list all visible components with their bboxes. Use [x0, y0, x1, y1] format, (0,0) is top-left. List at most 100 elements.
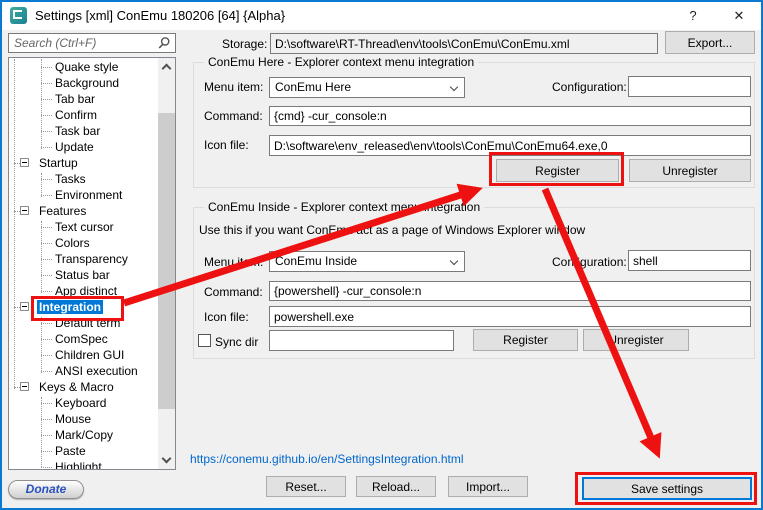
tree-item-label: Background	[53, 76, 121, 90]
tree-item-label: Transparency	[53, 252, 130, 266]
tree-item-quake-style[interactable]: Quake style	[9, 59, 158, 75]
tree-item-mark-copy[interactable]: Mark/Copy	[9, 427, 158, 443]
chevron-down-icon	[450, 257, 458, 265]
settings-tree-panel: Quake style Background Tab bar Confirm Task …	[8, 57, 176, 470]
register-inside-button[interactable]: Register	[473, 329, 578, 351]
donate-button[interactable]: Donate	[8, 480, 84, 499]
menu-item-inside-combobox[interactable]: ConEmu Inside	[269, 251, 465, 272]
tree-item-update[interactable]: Update	[9, 139, 158, 155]
tree-item-label: Status bar	[53, 268, 112, 282]
window-title: Settings [xml] ConEmu 180206 [64] {Alpha…	[35, 8, 285, 23]
title-bar: Settings [xml] ConEmu 180206 [64] {Alpha…	[2, 2, 761, 30]
command-label: Command:	[204, 109, 263, 123]
command-label: Command:	[204, 285, 263, 299]
register-here-button[interactable]: Register	[496, 159, 619, 182]
tree-item-status-bar[interactable]: Status bar	[9, 267, 158, 283]
tree-item-label: Paste	[53, 444, 88, 458]
tree-item-keys-macro[interactable]: Keys & Macro	[9, 379, 158, 395]
tree-item-environment[interactable]: Environment	[9, 187, 158, 203]
tree-item-ansi-execution[interactable]: ANSI execution	[9, 363, 158, 379]
tree-item-tasks[interactable]: Tasks	[9, 171, 158, 187]
tree-item-label: Tasks	[53, 172, 88, 186]
configuration-inside-field[interactable]	[628, 250, 751, 271]
tree-item-label: Environment	[53, 188, 124, 202]
collapse-expander-icon[interactable]	[20, 206, 29, 215]
search-icon	[157, 36, 171, 50]
reload-button[interactable]: Reload...	[356, 476, 436, 497]
tree-item-mouse[interactable]: Mouse	[9, 411, 158, 427]
export-button[interactable]: Export...	[665, 31, 755, 54]
tree-item-keyboard[interactable]: Keyboard	[9, 395, 158, 411]
sync-dir-checkbox[interactable]	[198, 334, 211, 347]
tree-item-text-cursor[interactable]: Text cursor	[9, 219, 158, 235]
icon-file-inside-field[interactable]	[269, 306, 751, 327]
tree-item-startup[interactable]: Startup	[9, 155, 158, 171]
scrollbar-thumb[interactable]	[158, 113, 175, 409]
unregister-inside-button[interactable]: Unregister	[583, 329, 689, 351]
configuration-label: Configuration:	[552, 80, 627, 94]
menu-item-label: Menu item:	[204, 255, 263, 269]
unregister-here-button[interactable]: Unregister	[629, 159, 751, 182]
icon-file-label: Icon file:	[204, 310, 249, 324]
menu-item-combobox[interactable]: ConEmu Here	[269, 77, 465, 98]
save-settings-button[interactable]: Save settings	[582, 477, 752, 500]
tree-item-label: Confirm	[53, 108, 99, 122]
tree-item-transparency[interactable]: Transparency	[9, 251, 158, 267]
sync-dir-field[interactable]	[269, 330, 454, 351]
storage-label: Storage:	[222, 37, 267, 51]
conemu-inside-group-title: ConEmu Inside - Explorer context menu in…	[204, 200, 484, 214]
tree-item-label: Quake style	[53, 60, 120, 74]
help-button[interactable]: ?	[677, 2, 709, 30]
tree-item-paste[interactable]: Paste	[9, 443, 158, 459]
tree-item-default-term[interactable]: Default term	[9, 315, 158, 331]
sync-dir-label: Sync dir	[215, 335, 258, 349]
scroll-down-icon[interactable]	[162, 454, 172, 464]
icon-file-label: Icon file:	[204, 138, 249, 152]
tree-item-tab-bar[interactable]: Tab bar	[9, 91, 158, 107]
configuration-label: Configuration:	[552, 255, 627, 269]
command-inside-field[interactable]	[269, 281, 751, 301]
conemu-inside-group: ConEmu Inside - Explorer context menu in…	[193, 207, 755, 359]
tree-item-label: Keyboard	[53, 396, 108, 410]
tree-item-background[interactable]: Background	[9, 75, 158, 91]
tree-item-features[interactable]: Features	[9, 203, 158, 219]
scroll-up-icon[interactable]	[162, 64, 172, 74]
tree-item-label: Task bar	[53, 124, 102, 138]
settings-tree: Quake style Background Tab bar Confirm Task …	[9, 59, 158, 469]
search-input[interactable]	[8, 33, 176, 53]
import-button[interactable]: Import...	[448, 476, 528, 497]
tree-item-label: Integration	[37, 300, 103, 314]
command-field[interactable]	[269, 106, 751, 126]
collapse-expander-icon[interactable]	[20, 158, 29, 167]
tree-item-task-bar[interactable]: Task bar	[9, 123, 158, 139]
tree-item-label: Text cursor	[53, 220, 116, 234]
collapse-expander-icon[interactable]	[20, 302, 29, 311]
menu-item-label: Menu item:	[204, 80, 263, 94]
tree-item-comspec[interactable]: ComSpec	[9, 331, 158, 347]
tree-item-integration[interactable]: Integration	[9, 299, 158, 315]
settings-window: Settings [xml] ConEmu 180206 [64] {Alpha…	[0, 0, 763, 510]
close-button[interactable]: ✕	[723, 2, 755, 30]
tree-item-children-gui[interactable]: Children GUI	[9, 347, 158, 363]
tree-item-label: Default term	[53, 316, 122, 330]
configuration-field[interactable]	[628, 76, 751, 97]
tree-scrollbar[interactable]	[158, 58, 175, 469]
tree-item-app-distinct[interactable]: App distinct	[9, 283, 158, 299]
tree-item-label: Startup	[37, 156, 80, 170]
tree-item-label: Features	[37, 204, 88, 218]
reset-button[interactable]: Reset...	[266, 476, 346, 497]
tree-item-label: Update	[53, 140, 96, 154]
tree-item-highlight[interactable]: Highlight	[9, 459, 158, 469]
settings-integration-link[interactable]: https://conemu.github.io/en/SettingsInte…	[190, 452, 464, 466]
tree-item-colors[interactable]: Colors	[9, 235, 158, 251]
tree-item-label: Colors	[53, 236, 92, 250]
tree-item-label: Tab bar	[53, 92, 97, 106]
tree-item-label: Highlight	[53, 460, 104, 469]
tree-item-confirm[interactable]: Confirm	[9, 107, 158, 123]
storage-path-field[interactable]	[270, 33, 658, 54]
tree-item-label: ComSpec	[53, 332, 110, 346]
collapse-expander-icon[interactable]	[20, 382, 29, 391]
tree-item-label: ANSI execution	[53, 364, 140, 378]
conemu-here-group: ConEmu Here - Explorer context menu inte…	[193, 62, 755, 188]
icon-file-field[interactable]	[269, 135, 751, 156]
